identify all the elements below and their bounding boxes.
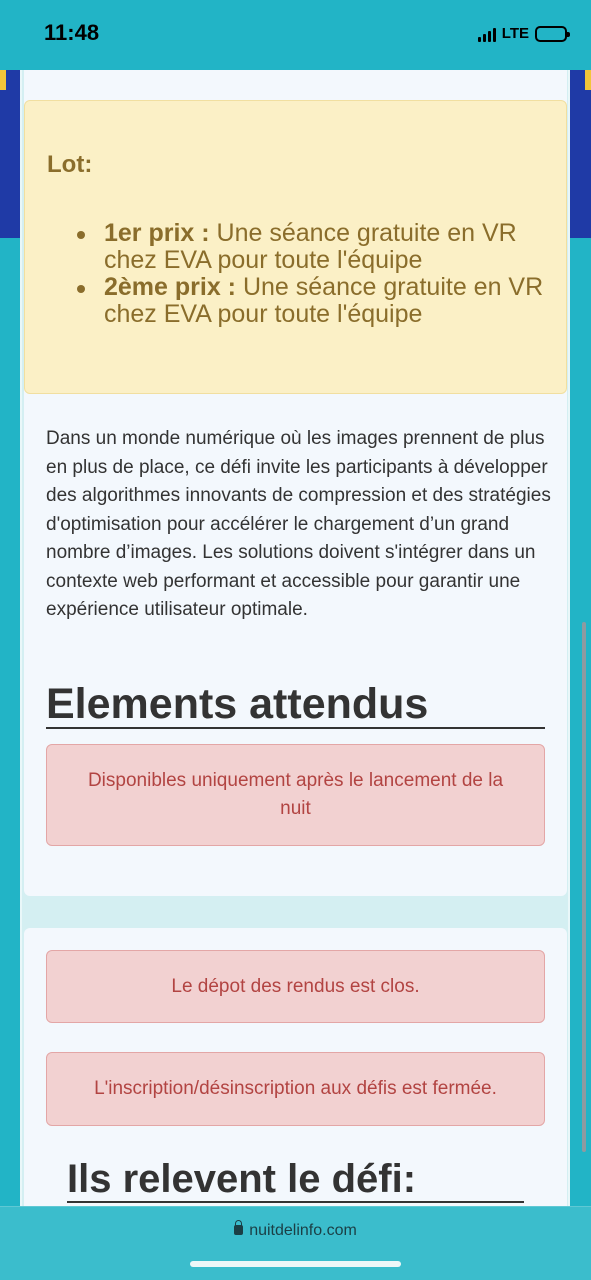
expected-elements-alert: Disponibles uniquement après le lancemen…	[46, 744, 545, 846]
expected-elements-heading: Elements attendus	[46, 678, 545, 729]
url-text: nuitdelinfo.com	[249, 1222, 357, 1239]
browser-url-bar[interactable]	[0, 1206, 591, 1280]
submissions-closed-alert: Le dépot des rendus est clos.	[46, 950, 545, 1023]
home-indicator[interactable]	[190, 1261, 401, 1267]
battery-icon	[535, 25, 570, 42]
prize-item-2: 2ème prix : Une séance gratuite en VR ch…	[75, 274, 545, 328]
status-bar: 11:48 LTE	[0, 0, 591, 70]
banner-decoration-right	[585, 70, 591, 90]
prize-rank-1: 1er prix :	[104, 219, 210, 247]
lock-icon	[234, 1220, 244, 1235]
url-display[interactable]: nuitdelinfo.com	[0, 1220, 591, 1240]
prize-item-1: 1er prix : Une séance gratuite en VR che…	[75, 220, 545, 274]
network-type: LTE	[501, 25, 529, 42]
prize-list: 1er prix : Une séance gratuite en VR che…	[75, 220, 545, 328]
banner-decoration-left	[0, 70, 6, 90]
challenge-description: Dans un monde numérique où les images pr…	[46, 428, 551, 620]
status-time: 11:48	[44, 20, 100, 45]
prize-title: Lot:	[47, 151, 93, 178]
signal-icon	[477, 26, 496, 42]
prize-rank-2: 2ème prix :	[104, 273, 237, 301]
participants-heading: Ils relevent le défi:	[67, 1154, 524, 1203]
status-indicators: LTE	[477, 25, 570, 42]
registration-closed-alert: L'inscription/désinscription aux défis e…	[46, 1052, 545, 1126]
scrollbar[interactable]	[582, 622, 586, 1152]
